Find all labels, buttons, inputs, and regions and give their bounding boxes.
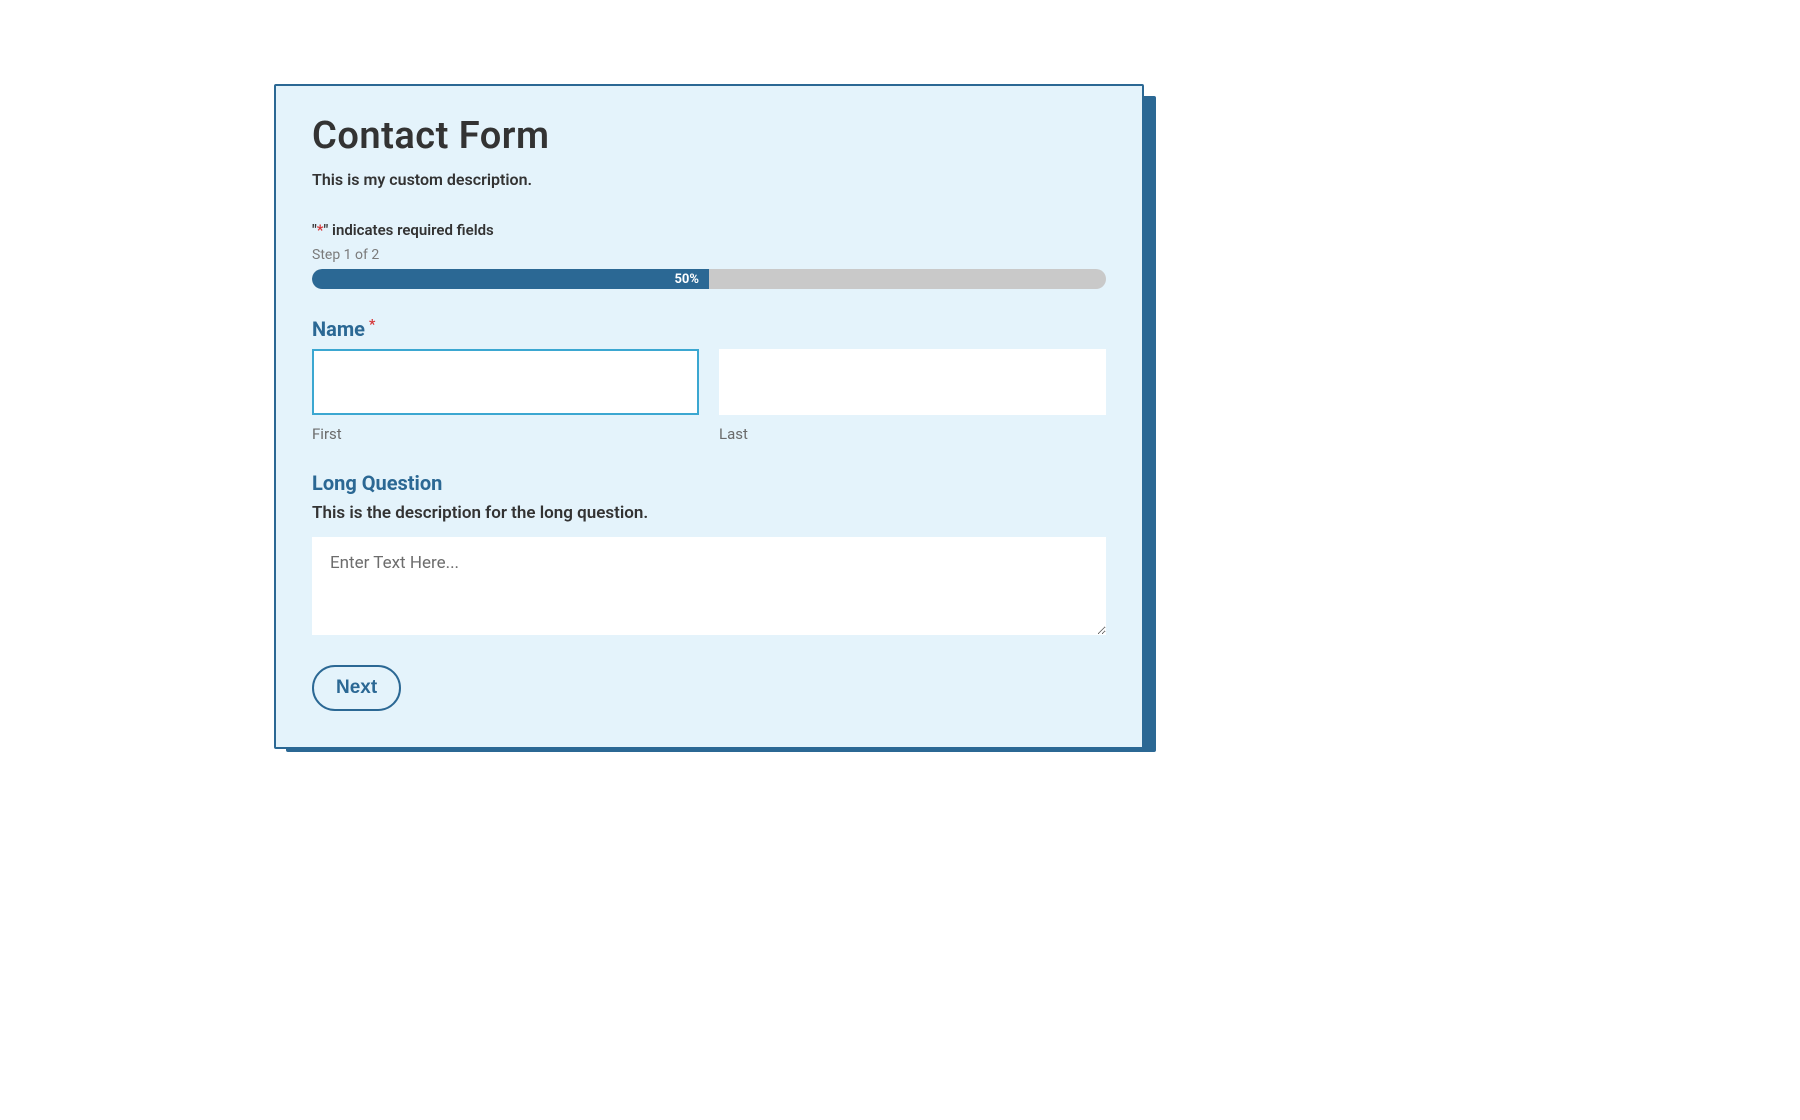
last-name-sublabel: Last: [719, 425, 1106, 443]
long-question-textarea[interactable]: [312, 537, 1106, 635]
required-asterisk-icon: *: [317, 221, 324, 239]
long-question-section: Long Question This is the description fo…: [312, 471, 1106, 639]
form-container: Contact Form This is my custom descripti…: [274, 84, 1144, 749]
last-name-input[interactable]: [719, 349, 1106, 415]
form-description: This is my custom description.: [312, 170, 1106, 189]
first-name-column: First: [312, 349, 699, 443]
name-input-row: First Last: [312, 349, 1106, 443]
progress-bar-text: 50%: [674, 272, 699, 287]
contact-form-card: Contact Form This is my custom descripti…: [274, 84, 1144, 749]
last-name-column: Last: [719, 349, 1106, 443]
first-name-sublabel: First: [312, 425, 699, 443]
step-indicator: Step 1 of 2: [312, 247, 1106, 263]
name-field-label: Name*: [312, 317, 1106, 341]
long-question-label: Long Question: [312, 471, 1106, 495]
form-title: Contact Form: [312, 114, 1106, 158]
first-name-input[interactable]: [312, 349, 699, 415]
name-label-text: Name: [312, 317, 365, 341]
long-question-description: This is the description for the long que…: [312, 503, 1106, 523]
name-required-marker: *: [369, 317, 375, 333]
progress-bar: 50%: [312, 269, 1106, 289]
progress-bar-fill: 50%: [312, 269, 709, 289]
next-button[interactable]: Next: [312, 665, 401, 711]
name-section: Name* First Last: [312, 317, 1106, 443]
required-fields-note: "*" indicates required fields: [312, 221, 1106, 239]
required-note-suffix: " indicates required fields: [324, 221, 494, 239]
